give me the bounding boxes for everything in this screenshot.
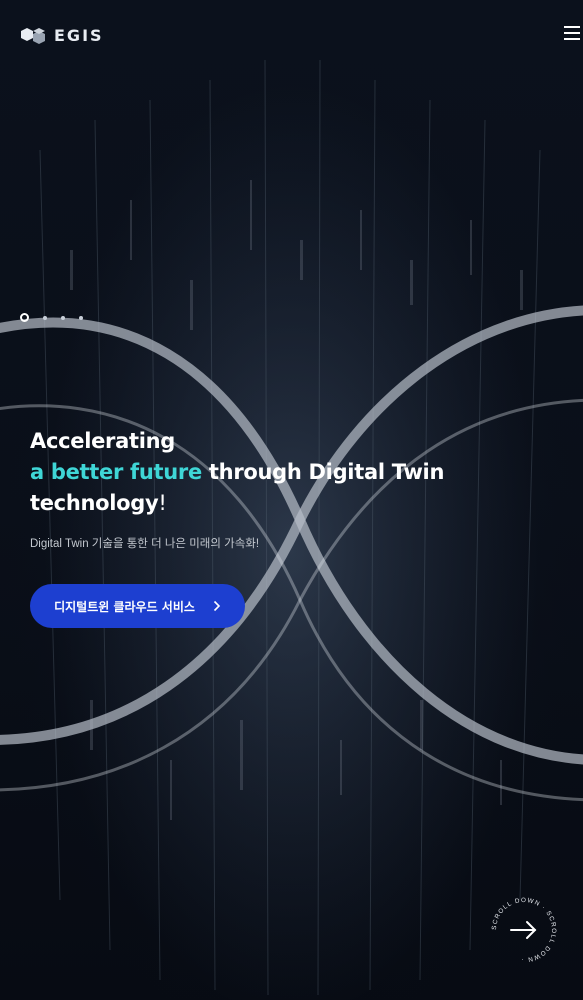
headline-line-2: through Digital Twin <box>201 460 445 484</box>
site-header: EGIS <box>0 0 583 70</box>
scroll-down-badge: SCROLL DOWN · SCROLL DOWN · <box>491 897 556 963</box>
menu-line <box>564 26 580 28</box>
menu-line <box>564 32 580 34</box>
hamburger-menu-icon[interactable] <box>564 26 580 42</box>
hero-headline: Accelerating a better future through Dig… <box>30 426 570 519</box>
menu-line <box>564 38 580 40</box>
headline-line-1: Accelerating <box>30 429 175 453</box>
headline-line-3: technology <box>30 491 159 515</box>
arrow-right-icon <box>510 921 537 939</box>
hero-section: EGIS Accelerating a better future throug… <box>0 0 583 1000</box>
scroll-down-button[interactable]: SCROLL DOWN · SCROLL DOWN · <box>488 894 560 966</box>
headline-exclamation: ! <box>158 491 167 515</box>
slider-dot-4[interactable] <box>79 315 83 320</box>
hero-subtitle: Digital Twin 기술을 통한 더 나은 미래의 가속화! <box>30 538 260 550</box>
slider-dot-3[interactable] <box>61 315 65 320</box>
headline-accent: a better future <box>30 460 202 484</box>
slider-pagination <box>20 313 83 322</box>
egis-logo-icon <box>21 27 45 44</box>
logo[interactable]: EGIS <box>20 26 104 45</box>
cta-label: 디지털트윈 클라우드 서비스 <box>54 599 195 614</box>
slider-dot-2[interactable] <box>43 315 47 320</box>
digital-twin-cloud-service-button[interactable]: 디지털트윈 클라우드 서비스 <box>30 584 245 628</box>
slider-dot-1[interactable] <box>20 313 29 322</box>
logo-text: EGIS <box>54 26 104 45</box>
chevron-right-icon <box>213 600 221 612</box>
